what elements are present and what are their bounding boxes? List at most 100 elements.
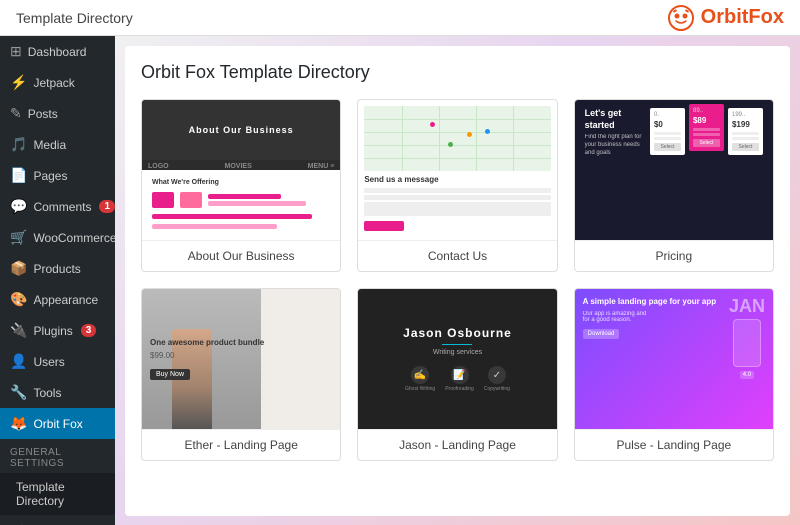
map-pin4 [485, 129, 490, 134]
template-label-pulse: Pulse - Landing Page [575, 429, 773, 460]
comments-icon: 💬 [10, 198, 27, 215]
sidebar-subitem-label: Template Directory [16, 480, 105, 508]
template-card-pricing[interactable]: Let's get started Find the right plan fo… [574, 99, 774, 272]
plugins-badge: 3 [81, 324, 97, 337]
sidebar-item-media[interactable]: 🎵 Media [0, 129, 115, 160]
template-card-jason[interactable]: Jason Osbourne Writing services ✍ Ghost … [357, 288, 557, 461]
about-content: What We're Offering [142, 173, 340, 235]
pulse-decoration: JAN [729, 297, 765, 315]
content-area: Orbit Fox Template Directory About Our B… [115, 36, 800, 525]
content-title: Orbit Fox Template Directory [141, 62, 774, 83]
template-label-pricing: Pricing [575, 240, 773, 271]
sidebar-item-label: Jetpack [33, 76, 74, 90]
pulse-right: JAN 4.0 [729, 297, 765, 379]
about-menu: MENU ≡ [308, 163, 335, 170]
jason-subtitle: Writing services [433, 349, 482, 356]
woocommerce-icon: 🛒 [10, 229, 27, 246]
sidebar-item-label: WooCommerce [33, 231, 115, 245]
template-label-ether: Ether - Landing Page [142, 429, 340, 460]
sidebar-item-label: Dashboard [28, 45, 87, 59]
sidebar-item-appearance[interactable]: 🎨 Appearance [0, 284, 115, 315]
template-card-about[interactable]: About Our Business LOGO MOVIES MENU ≡ Wh… [141, 99, 341, 272]
appearance-icon: 🎨 [10, 291, 27, 308]
pulse-sub: Our app is amazing andfor a good reason. [583, 311, 717, 323]
sidebar-item-label: Posts [28, 107, 58, 121]
template-thumbnail-ether: One awesome product bundle $99.00 Buy No… [142, 289, 340, 429]
contact-form [364, 188, 550, 231]
sidebar-item-label: Orbit Fox [33, 417, 82, 431]
sidebar-subitem-settings[interactable]: ⚙ Settings [0, 515, 115, 525]
pages-icon: 📄 [10, 167, 27, 184]
main-layout: ⊞ Dashboard ⚡ Jetpack ✎ Posts 🎵 Media 📄 … [0, 36, 800, 525]
about-header: About Our Business [142, 100, 340, 160]
brand-name: OrbitFox [701, 6, 784, 29]
sidebar-item-comments[interactable]: 💬 Comments 1 [0, 191, 115, 222]
sidebar-item-orbitfox[interactable]: 🦊 Orbit Fox [0, 408, 115, 439]
about-bar4 [152, 224, 277, 229]
contact-form-title: Send us a message [364, 175, 438, 184]
orbitfox-logo-icon [667, 4, 695, 32]
sidebar-item-posts[interactable]: ✎ Posts [0, 98, 115, 129]
template-thumbnail-contact: Send us a message [358, 100, 556, 240]
map-pin1 [430, 122, 435, 127]
pricing-headline: Let's get started Find the right plan fo… [585, 108, 650, 158]
ether-title: One awesome product bundle [150, 338, 332, 348]
users-icon: 👤 [10, 353, 27, 370]
brand-logo: OrbitFox [667, 4, 784, 32]
content-panel: Orbit Fox Template Directory About Our B… [125, 46, 790, 516]
ether-price: $99.00 [150, 351, 332, 360]
jetpack-icon: ⚡ [10, 74, 27, 91]
template-thumbnail-jason: Jason Osbourne Writing services ✍ Ghost … [358, 289, 556, 429]
sidebar-item-tools[interactable]: 🔧 Tools [0, 377, 115, 408]
pulse-title: A simple landing page for your app [583, 297, 717, 307]
sidebar-section-general: General Settings [0, 439, 115, 473]
pulse-content: A simple landing page for your app Our a… [583, 297, 717, 339]
pricing-plan-basic: 0. $0 Select [650, 108, 685, 155]
page-title: Template Directory [16, 10, 133, 26]
template-card-contact[interactable]: Send us a message Contact Us [357, 99, 557, 272]
template-card-ether[interactable]: One awesome product bundle $99.00 Buy No… [141, 288, 341, 461]
jason-service1: ✍ Ghost Writing [405, 366, 435, 392]
sidebar-subitem-template-directory[interactable]: Template Directory [0, 473, 115, 515]
sidebar-item-label: Media [33, 138, 66, 152]
sidebar-item-jetpack[interactable]: ⚡ Jetpack [0, 67, 115, 98]
template-label-about: About Our Business [142, 240, 340, 271]
about-logo: LOGO [148, 163, 169, 170]
posts-icon: ✎ [10, 105, 22, 122]
contact-map [364, 106, 550, 171]
template-grid: About Our Business LOGO MOVIES MENU ≡ Wh… [141, 99, 774, 461]
sidebar-item-label: Products [33, 262, 80, 276]
about-box1 [152, 192, 174, 208]
sidebar-item-products[interactable]: 📦 Products [0, 253, 115, 284]
plugins-icon: 🔌 [10, 322, 27, 339]
pricing-plan-pro: 89.. $89 Select [689, 104, 724, 151]
sidebar-item-woocommerce[interactable]: 🛒 WooCommerce [0, 222, 115, 253]
sidebar-item-dashboard[interactable]: ⊞ Dashboard [0, 36, 115, 67]
pricing-plan-enterprise: 199.. $199 Select [728, 108, 763, 155]
pulse-version: 4.0 [740, 371, 754, 379]
pricing-plans: 0. $0 Select 89.. $89 [650, 108, 763, 155]
contact-field1 [364, 188, 550, 193]
map-pin3 [448, 142, 453, 147]
about-bar2 [208, 201, 306, 206]
sidebar-item-users[interactable]: 👤 Users [0, 346, 115, 377]
orbitfox-icon: 🦊 [10, 415, 27, 432]
contact-submit [364, 221, 404, 231]
media-icon: 🎵 [10, 136, 27, 153]
sidebar-item-plugins[interactable]: 🔌 Plugins 3 [0, 315, 115, 346]
pulse-cta: Download [583, 329, 620, 339]
jason-service2: 📝 Proofreading [445, 366, 474, 392]
sidebar: ⊞ Dashboard ⚡ Jetpack ✎ Posts 🎵 Media 📄 … [0, 36, 115, 525]
dashboard-icon: ⊞ [10, 43, 22, 60]
products-icon: 📦 [10, 260, 27, 277]
sidebar-item-label: Appearance [33, 293, 98, 307]
sidebar-item-label: Tools [33, 386, 61, 400]
jason-name: Jason Osbourne [403, 326, 512, 340]
top-bar: Template Directory OrbitFox [0, 0, 800, 36]
sidebar-item-pages[interactable]: 📄 Pages [0, 160, 115, 191]
pulse-phone [733, 319, 761, 367]
jason-divider [442, 344, 472, 345]
comments-badge: 1 [99, 200, 115, 213]
template-card-pulse[interactable]: A simple landing page for your app Our a… [574, 288, 774, 461]
sidebar-item-label: Plugins [33, 324, 72, 338]
